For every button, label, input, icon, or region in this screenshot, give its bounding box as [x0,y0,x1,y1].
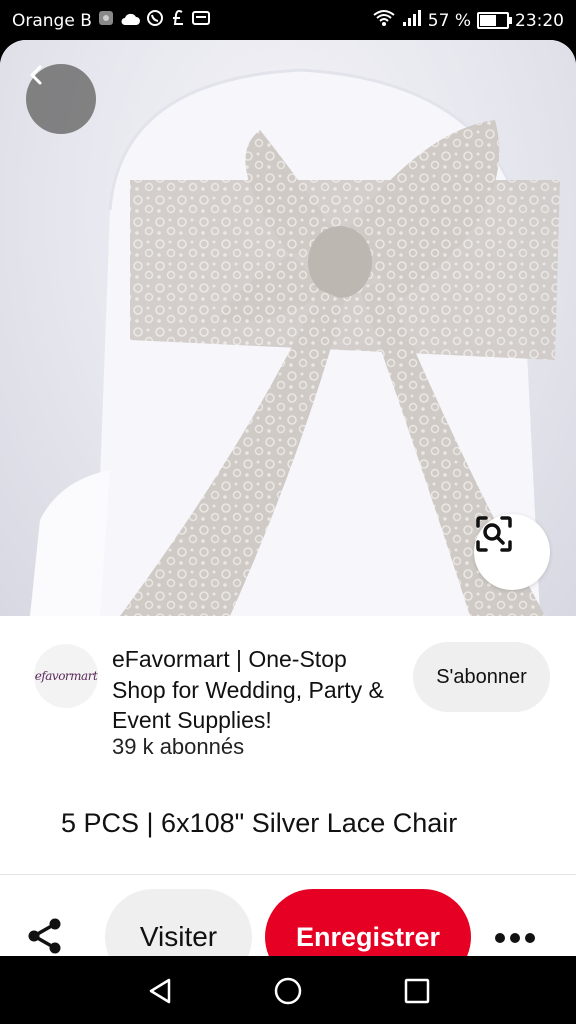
signal-icon [402,9,422,32]
follower-count: 39 k abonnés [112,734,245,759]
share-button[interactable] [22,915,68,956]
battery-percent: 57 % [427,10,471,31]
nav-home-icon [273,977,303,1010]
creator-section: efavormart eFavormart | One-Stop Shop fo… [0,616,576,796]
nav-back-icon [145,978,175,1010]
visual-search-button[interactable] [474,514,550,590]
action-bar: Visiter Enregistrer [0,874,576,956]
pin-title: 5 PCS | 6x108" Silver Lace Chair [61,808,458,838]
nav-back-button[interactable] [145,976,175,1011]
avatar-logo-text: efavormart [34,669,98,683]
follow-button[interactable]: S'abonner [413,642,550,712]
system-nav-bar [0,956,576,1024]
more-button[interactable] [490,915,540,956]
carrier-name: Orange B [12,10,92,31]
creator-name[interactable]: eFavormart | One-Stop Shop for Wedding, … [112,644,402,736]
status-left: Orange B [12,9,210,32]
more-icon-dot [525,933,535,943]
whatsapp-icon [146,9,164,32]
pin-detail: efavormart eFavormart | One-Stop Shop fo… [0,40,576,956]
save-button[interactable]: Enregistrer [265,889,471,956]
status-bar: Orange B 57 % 23:20 [0,0,576,40]
cloud-icon [120,11,140,31]
visit-button[interactable]: Visiter [105,889,252,956]
battery-icon [477,12,512,29]
message-icon [191,10,210,31]
status-right: 57 % 23:20 [372,9,564,32]
nav-recent-icon [402,978,432,1010]
pound-icon [170,9,186,32]
wifi-icon [372,9,396,32]
pin-image[interactable] [0,40,576,616]
back-button[interactable] [26,64,96,134]
more-icon [495,933,505,943]
more-icon-dot [510,933,520,943]
creator-avatar[interactable]: efavormart [34,644,98,708]
nav-home-button[interactable] [273,976,303,1011]
share-icon [25,916,65,957]
app-notification-icon [98,10,114,31]
clock: 23:20 [515,10,564,31]
nav-recent-button[interactable] [402,976,432,1011]
